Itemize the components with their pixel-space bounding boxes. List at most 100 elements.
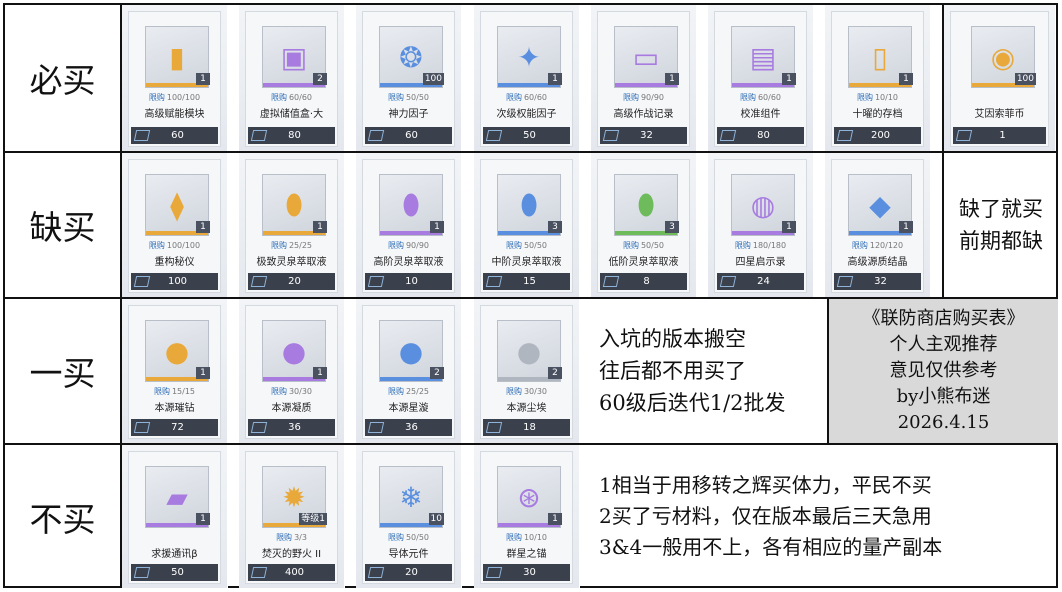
shop-item-card[interactable]: ❄ 10 限购 50/50 导体元件 20 xyxy=(356,445,462,588)
item-quantity: 100 xyxy=(1014,73,1036,85)
item-quantity: 1 xyxy=(665,73,679,85)
purchase-limit: 限购 90/90 xyxy=(598,92,689,103)
shop-item-frame: ▯ 1 限购 10/10 十曜的存档 200 xyxy=(831,11,924,147)
shop-item-card[interactable]: ◍ 1 限购 180/180 四星启示录 24 xyxy=(708,153,814,297)
item-name: 极致灵泉萃取液 xyxy=(256,257,327,268)
purchase-limit: 限购 50/50 xyxy=(481,240,572,251)
limit-count: 3/3 xyxy=(294,533,307,542)
item-icon-frame: ⬮ 1 xyxy=(262,174,327,236)
shop-item-card[interactable]: ❂ 100 限购 50/50 神力因子 60 xyxy=(356,5,462,151)
price-bar: 50 xyxy=(131,564,218,581)
shop-item-card[interactable]: ▣ 2 限购 60/60 虚拟储值盒·大 80 xyxy=(239,5,345,151)
shop-item-card[interactable]: ▮ 1 限购 100/100 高级赋能模块 60 xyxy=(122,5,228,151)
price-bar: 1 xyxy=(953,127,1046,144)
currency-icon xyxy=(602,276,620,287)
price-bar: 80 xyxy=(248,127,335,144)
item-quantity: 1 xyxy=(313,367,327,379)
signature-line: 《联防商店购买表》 xyxy=(862,308,1025,329)
item-icon-frame: ▣ 2 xyxy=(262,26,327,88)
signature-line: 意见仅供参考 xyxy=(889,360,998,381)
currency-icon xyxy=(250,422,268,433)
shop-item-card[interactable]: ▭ 1 限购 90/90 高级作战记录 32 xyxy=(591,5,697,151)
item-name: 虚拟储值盒·大 xyxy=(259,109,324,120)
shop-item-card[interactable]: ● 2 限购 25/25 本源星漩 36 xyxy=(356,299,462,443)
item-quantity: 2 xyxy=(548,367,562,379)
item-price: 1 xyxy=(999,130,1006,141)
row-label: 缺买 xyxy=(29,208,96,247)
item-name: 高级源质结晶 xyxy=(847,257,908,268)
shop-item-card[interactable]: ✦ 1 限购 60/60 次级权能因子 50 xyxy=(474,5,580,151)
shop-item-frame: ● 2 限购 30/30 本源尘埃 18 xyxy=(480,305,573,439)
item-icon-frame: ⬮ 3 xyxy=(614,174,679,236)
item-quantity: 1 xyxy=(548,73,562,85)
shop-item-frame: ✹ 等级1 限购 3/3 焚灭的野火 II 400 xyxy=(245,451,338,584)
item-name: 高级赋能模块 xyxy=(144,109,205,120)
price-bar: 20 xyxy=(365,564,452,581)
shop-item-card[interactable]: ● 1 限购 30/30 本源凝质 36 xyxy=(239,299,345,443)
shop-item-frame: ▭ 1 限购 90/90 高级作战记录 32 xyxy=(597,11,690,147)
shop-item-card[interactable]: ● 2 限购 30/30 本源尘埃 18 xyxy=(474,299,580,443)
item-name: 艾因索菲币 xyxy=(974,109,1025,120)
price-bar: 24 xyxy=(717,273,804,290)
shop-item-card[interactable]: ⬮ 1 限购 90/90 高阶灵泉萃取液 10 xyxy=(356,153,462,297)
item-icon-frame: ▯ 1 xyxy=(848,26,913,88)
item-icon-frame: ● 2 xyxy=(497,320,562,382)
shop-item-frame: ▣ 2 限购 60/60 虚拟储值盒·大 80 xyxy=(245,11,338,147)
item-price: 60 xyxy=(171,130,184,141)
shop-item-card[interactable]: ◆ 1 限购 120/120 高级源质结晶 32 xyxy=(825,153,931,297)
shop-item-card[interactable]: ▰ 1 求援通讯β 50 xyxy=(122,445,228,588)
shop-item-card[interactable]: ● 1 限购 15/15 本源璀钻 72 xyxy=(122,299,228,443)
item-price: 32 xyxy=(874,276,887,287)
item-icon-frame: ● 2 xyxy=(379,320,444,382)
note-line: 2买了亏材料，仅在版本最后三天急用 xyxy=(599,504,932,528)
shop-item-frame: ▮ 1 限购 100/100 高级赋能模块 60 xyxy=(128,11,221,147)
item-quantity: 等级1 xyxy=(299,513,327,525)
shop-item-frame: ❂ 100 限购 50/50 神力因子 60 xyxy=(362,11,455,147)
currency-icon xyxy=(133,422,151,433)
limit-prefix: 限购 xyxy=(851,241,868,250)
shop-item-card[interactable]: ⊛ 1 限购 10/10 群星之锚 30 xyxy=(474,445,580,588)
price-bar: 50 xyxy=(483,127,570,144)
note-line: 入坑的版本搬空 xyxy=(599,327,746,351)
limit-prefix: 限购 xyxy=(739,93,756,102)
shop-item-card[interactable]: ⬮ 3 限购 50/50 中阶灵泉萃取液 15 xyxy=(474,153,580,297)
limit-count: 90/90 xyxy=(640,93,665,102)
item-price: 15 xyxy=(523,276,536,287)
currency-icon xyxy=(367,130,385,141)
note-line: 1相当于用移转之辉买体力，平民不买 xyxy=(599,473,932,497)
row-buy-if-short: 缺买 ⧫ 1 限购 100/100 重构秘仪 100 ⬮ 1 限购 25/25 极致灵泉萃取液 20 ⬮ 1… xyxy=(5,153,1056,299)
item-icon-frame: ✹ 等级1 xyxy=(262,466,327,528)
item-name: 高阶灵泉萃取液 xyxy=(373,257,444,268)
item-name: 群星之锚 xyxy=(506,549,547,560)
price-bar: 15 xyxy=(483,273,570,290)
item-icon-frame: ⊛ 1 xyxy=(497,466,562,528)
currency-icon xyxy=(367,567,385,578)
shop-item-card[interactable]: ✹ 等级1 限购 3/3 焚灭的野火 II 400 xyxy=(239,445,345,588)
shop-item-card[interactable]: ▤ 1 限购 60/60 校准组件 80 xyxy=(708,5,814,151)
item-price: 24 xyxy=(757,276,770,287)
price-bar: 36 xyxy=(248,419,335,436)
limit-prefix: 限购 xyxy=(387,93,404,102)
limit-count: 50/50 xyxy=(523,241,548,250)
shop-item-card[interactable]: ⧫ 1 限购 100/100 重构秘仪 100 xyxy=(122,153,228,297)
price-bar: 36 xyxy=(365,419,452,436)
price-bar: 10 xyxy=(365,273,452,290)
currency-icon xyxy=(485,130,503,141)
currency-icon xyxy=(485,567,503,578)
limit-prefix: 限购 xyxy=(153,387,170,396)
shop-item-card[interactable]: ⬮ 3 限购 50/50 低阶灵泉萃取液 8 xyxy=(591,153,697,297)
item-quantity: 1 xyxy=(313,221,327,233)
purchase-limit: 限购 50/50 xyxy=(598,240,689,251)
shop-item-card[interactable]: ⬮ 1 限购 25/25 极致灵泉萃取液 20 xyxy=(239,153,345,297)
item-quantity: 1 xyxy=(548,513,562,525)
item-name: 低阶灵泉萃取液 xyxy=(608,257,679,268)
item-icon-frame: ◆ 1 xyxy=(848,174,913,236)
limit-prefix: 限购 xyxy=(622,93,639,102)
item-icon-frame: ▤ 1 xyxy=(731,26,796,88)
signature-line: 2026.4.15 xyxy=(897,412,990,433)
item-price: 30 xyxy=(523,567,536,578)
shop-item-card[interactable]: ▯ 1 限购 10/10 十曜的存档 200 xyxy=(825,5,931,151)
price-bar: 80 xyxy=(717,127,804,144)
shop-item-card[interactable]: ◉ 100 艾因索菲币 1 xyxy=(942,5,1056,151)
limit-prefix: 限购 xyxy=(505,387,522,396)
